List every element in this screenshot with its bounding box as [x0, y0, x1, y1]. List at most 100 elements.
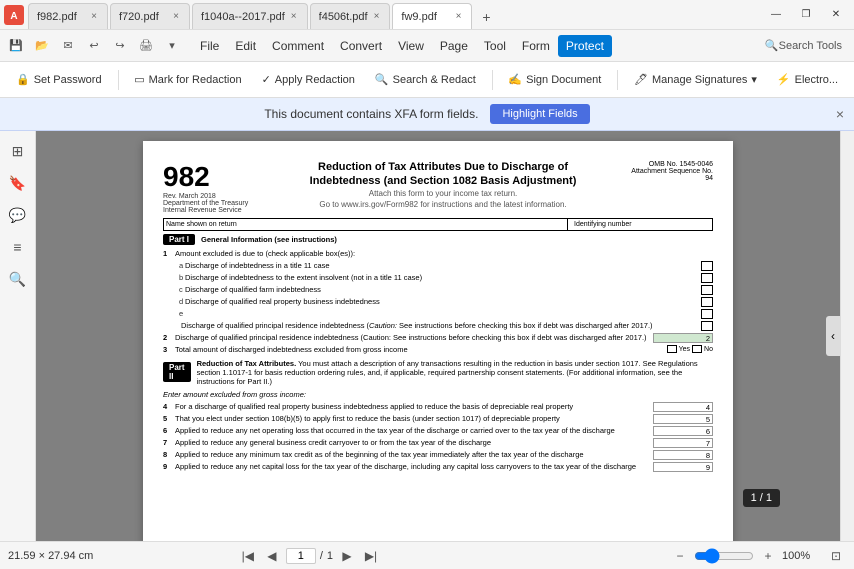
collapse-panel-arrow[interactable]: ‹: [826, 316, 840, 356]
apply-redaction-label: Apply Redaction: [275, 74, 355, 86]
document-view[interactable]: 982 Rev. March 2018 Department of the Tr…: [36, 131, 840, 541]
tab-f982-close[interactable]: ×: [89, 10, 99, 23]
part2-header: Part II Reduction of Tax Attributes. You…: [163, 359, 713, 386]
row-1b: b Discharge of indebtedness to the exten…: [163, 273, 713, 283]
window-close-button[interactable]: ✕: [822, 5, 850, 25]
tab-fw9[interactable]: fw9.pdf ×: [392, 3, 472, 29]
set-password-button[interactable]: 🔒 Set Password: [8, 69, 110, 90]
row-1e-text: Discharge of qualified principal residen…: [163, 321, 713, 331]
tab-fw9-close[interactable]: ×: [454, 10, 464, 23]
checkbox-1e-main[interactable]: [701, 321, 713, 331]
tab-f982[interactable]: f982.pdf ×: [28, 3, 108, 29]
protect-toolbar: 🔒 Set Password ▭ Mark for Redaction ✓ Ap…: [0, 62, 854, 98]
menu-form[interactable]: Form: [514, 35, 558, 57]
menu-tool[interactable]: Tool: [476, 35, 514, 57]
zoom-out-button[interactable]: −: [670, 546, 690, 566]
sign-document-button[interactable]: ✍ Sign Document: [500, 69, 609, 90]
scrollbar[interactable]: [840, 131, 854, 541]
xfa-banner: This document contains XFA form fields. …: [0, 98, 854, 131]
page-number-input[interactable]: [286, 548, 316, 564]
checkbox-1b[interactable]: [701, 273, 713, 283]
lock-icon: 🔒: [16, 73, 30, 86]
manage-signatures-dropdown-icon: ▾: [751, 73, 757, 86]
highlight-fields-button[interactable]: Highlight Fields: [490, 104, 589, 124]
no-checkbox[interactable]: [692, 345, 702, 353]
save-icon-btn[interactable]: 💾: [4, 34, 28, 58]
sidebar-comment-icon[interactable]: 💬: [6, 203, 30, 227]
open-icon-btn[interactable]: 📂: [30, 34, 54, 58]
tab-fw9-label: fw9.pdf: [401, 11, 449, 23]
zoom-slider[interactable]: [694, 548, 754, 564]
redo-icon-btn[interactable]: ↪: [108, 34, 132, 58]
manage-signatures-button[interactable]: 🖊 Manage Signatures ▾: [626, 69, 765, 90]
tab-add-button[interactable]: +: [474, 5, 498, 29]
last-page-button[interactable]: ▶|: [361, 546, 381, 566]
toolbar-sep-1: [118, 70, 119, 90]
row-6-value: 6: [653, 426, 713, 436]
form-subtitle1: Attach this form to your income tax retu…: [271, 189, 615, 198]
electro-button[interactable]: ⚡ Electro...: [769, 69, 846, 90]
prev-page-button[interactable]: ◀: [262, 546, 282, 566]
tab-f982-label: f982.pdf: [37, 11, 85, 23]
row-1a: a Discharge of indebtedness in a title 1…: [163, 261, 713, 271]
sidebar-bookmark-icon[interactable]: 🔖: [6, 171, 30, 195]
form-title-line2: Indebtedness (and Section 1082 Basis Adj…: [271, 175, 615, 187]
menu-edit[interactable]: Edit: [227, 35, 264, 57]
sidebar-search-icon[interactable]: 🔍: [6, 267, 30, 291]
main-area: ⊞ 🔖 💬 ≡ 🔍 982 Rev. March 2018 Department…: [0, 131, 854, 541]
print-icon-btn[interactable]: 🖨: [134, 34, 158, 58]
email-icon-btn[interactable]: ✉: [56, 34, 80, 58]
menu-view[interactable]: View: [390, 35, 432, 57]
sidebar-home-icon[interactable]: ⊞: [6, 139, 30, 163]
first-page-button[interactable]: |◀: [238, 546, 258, 566]
menu-page[interactable]: Page: [432, 35, 476, 57]
sign-icon: ✍: [508, 73, 522, 86]
tab-f720-close[interactable]: ×: [171, 10, 181, 23]
form-subtitle2: Go to www.irs.gov/Form982 for instructio…: [271, 200, 615, 209]
sign-document-label: Sign Document: [526, 74, 601, 86]
checkbox-1c[interactable]: [701, 285, 713, 295]
fit-page-button[interactable]: ⊡: [826, 546, 846, 566]
menu-file[interactable]: File: [192, 35, 227, 57]
part2-row-7: 7 Applied to reduce any general business…: [163, 438, 713, 448]
sidebar-layers-icon[interactable]: ≡: [6, 235, 30, 259]
search-tools-btn[interactable]: 🔍 Search Tools: [757, 37, 850, 54]
checkbox-1e[interactable]: [701, 309, 713, 319]
window-minimize-button[interactable]: —: [762, 5, 790, 25]
attachment-seq: Attachment Sequence No. 94: [623, 168, 713, 182]
row-3-yn: Yes No: [667, 345, 713, 354]
menu-comment[interactable]: Comment: [264, 35, 332, 57]
menu-convert[interactable]: Convert: [332, 35, 390, 57]
checkbox-1d[interactable]: [701, 297, 713, 307]
xfa-close-button[interactable]: ×: [836, 106, 844, 122]
next-page-button[interactable]: ▶: [337, 546, 357, 566]
window-controls: — ❐ ✕: [762, 5, 850, 25]
yes-checkbox[interactable]: [667, 345, 677, 353]
search-redact-button[interactable]: 🔍 Search & Redact: [367, 69, 484, 90]
row-1d: d Discharge of qualified real property b…: [163, 297, 713, 307]
dropdown-icon-btn[interactable]: ▾: [160, 34, 184, 58]
part2-label: Part II: [163, 362, 191, 382]
id-label: Identifying number: [572, 219, 712, 230]
part2-row-9: 9 Applied to reduce any net capital loss…: [163, 462, 713, 472]
tab-f720[interactable]: f720.pdf ×: [110, 3, 190, 29]
form-rev: Rev. March 2018: [163, 193, 263, 200]
mark-icon: ▭: [134, 73, 144, 86]
menu-protect[interactable]: Protect: [558, 35, 612, 57]
page-total: 1: [327, 550, 333, 562]
page-indicator: 1 / 1: [743, 489, 780, 507]
tab-f4506t-close[interactable]: ×: [372, 10, 382, 23]
dimensions-label: 21.59 × 27.94 cm: [8, 550, 93, 562]
tab-f1040a[interactable]: f1040a--2017.pdf ×: [192, 3, 308, 29]
window-restore-button[interactable]: ❐: [792, 5, 820, 25]
set-password-label: Set Password: [34, 74, 102, 86]
tab-f4506t[interactable]: f4506t.pdf ×: [310, 3, 391, 29]
part2-row-8: 8 Applied to reduce any minimum tax cred…: [163, 450, 713, 460]
toolbar-sep-3: [617, 70, 618, 90]
mark-redaction-button[interactable]: ▭ Mark for Redaction: [126, 69, 249, 90]
checkbox-1a[interactable]: [701, 261, 713, 271]
undo-icon-btn[interactable]: ↩: [82, 34, 106, 58]
apply-redaction-button[interactable]: ✓ Apply Redaction: [254, 69, 363, 90]
zoom-in-button[interactable]: +: [758, 546, 778, 566]
tab-f1040a-close[interactable]: ×: [289, 10, 299, 23]
